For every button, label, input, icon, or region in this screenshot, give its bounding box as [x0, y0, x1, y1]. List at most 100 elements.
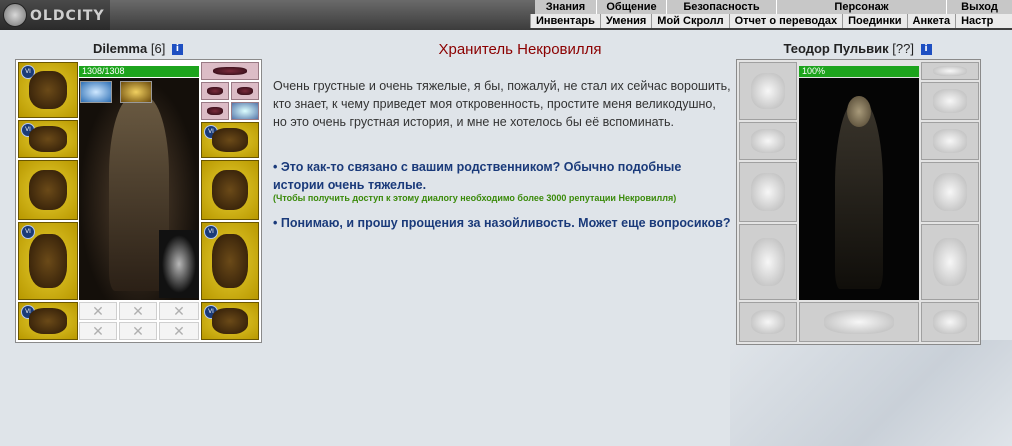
- npc-panel: 100%: [736, 59, 981, 345]
- npc-info-icon[interactable]: i: [920, 44, 932, 56]
- armor-icon: [29, 234, 67, 288]
- boots-icon: [212, 308, 248, 334]
- npc-legs-slot: [921, 224, 979, 300]
- oldcity-logo[interactable]: OLDCITY: [0, 0, 110, 30]
- submenu-settings[interactable]: Настр: [955, 14, 998, 28]
- gloves-icon: [933, 129, 967, 153]
- submenu-transfer-report[interactable]: Отчет о переводах: [728, 14, 843, 28]
- armor-slot[interactable]: VI: [18, 222, 78, 300]
- empty-slot-2[interactable]: ✕: [119, 302, 157, 320]
- menu-communication[interactable]: Общение: [597, 0, 667, 14]
- player-info-icon[interactable]: i: [171, 44, 183, 56]
- orb-slot[interactable]: [231, 102, 259, 120]
- npc-armor-slot: [739, 224, 797, 300]
- pet-icon[interactable]: [159, 230, 199, 298]
- shield-icon: [933, 173, 967, 211]
- bracers-icon: [29, 126, 67, 152]
- amulet-slot[interactable]: [201, 62, 259, 80]
- npc-bracers-slot: [739, 122, 797, 160]
- helmet-icon: [751, 73, 785, 109]
- npc-gloves-slot: [921, 122, 979, 160]
- player-hp-bar: 1308/1308: [79, 66, 199, 77]
- ring-slot-1[interactable]: [201, 82, 229, 100]
- npc-head: [847, 95, 871, 127]
- sub-menu: Инвентарь Умения Мой Скролл Отчет о пере…: [530, 14, 1012, 28]
- npc-rings-slot: [921, 82, 979, 120]
- armor-icon: [751, 238, 785, 286]
- shield-slot[interactable]: [201, 160, 259, 220]
- gloves-slot[interactable]: VI: [201, 122, 259, 158]
- slot-badge-icon: VI: [21, 225, 35, 239]
- ring-icon: [237, 87, 253, 95]
- player-name[interactable]: Dilemma: [93, 41, 147, 56]
- empty-slot-1[interactable]: ✕: [79, 302, 117, 320]
- dialog-option-2[interactable]: • Понимаю, и прошу прощения за назойливо…: [273, 214, 733, 232]
- emblem-icon: [823, 309, 895, 335]
- slot-badge-icon: VI: [204, 225, 218, 239]
- rings-icon: [933, 89, 967, 113]
- npc-amulet-slot: [921, 62, 979, 80]
- dialog-option-1[interactable]: • Это как-то связано с вашим родственник…: [273, 158, 733, 194]
- legs-slot[interactable]: VI: [201, 222, 259, 300]
- boots-slot[interactable]: VI: [201, 302, 259, 340]
- menu-knowledge[interactable]: Знания: [535, 0, 597, 14]
- helmet-slot[interactable]: VI: [18, 62, 78, 118]
- sword-icon: [751, 173, 785, 211]
- leggings-icon: [933, 238, 967, 286]
- buff-fire-icon[interactable]: [120, 81, 152, 103]
- weapon-slot[interactable]: [18, 160, 78, 220]
- belt-icon: [29, 308, 67, 334]
- player-panel: VI VI VI VI 1308/1308 ✕ ✕ ✕ ✕ ✕ ✕ VI VI …: [15, 59, 262, 343]
- npc-bottom-slot: [799, 302, 919, 342]
- menu-security[interactable]: Безопасность: [667, 0, 777, 14]
- amulet-icon: [213, 67, 247, 75]
- logo-text: OLDCITY: [30, 8, 105, 24]
- dialog-title: Хранитель Некровилля: [438, 41, 602, 58]
- empty-slot-5[interactable]: ✕: [119, 322, 157, 340]
- shield-icon: [212, 169, 248, 211]
- top-menu: Знания Общение Безопасность Персонаж Вых…: [535, 0, 1012, 14]
- helmet-icon: [29, 71, 67, 109]
- ring-icon: [207, 87, 223, 95]
- belt-icon: [751, 309, 785, 335]
- npc-helmet-slot: [739, 62, 797, 120]
- npc-level: [??]: [892, 41, 914, 56]
- npc-weapon-slot: [739, 162, 797, 222]
- npc-shield-slot: [921, 162, 979, 222]
- leggings-icon: [212, 234, 248, 288]
- empty-slot-4[interactable]: ✕: [79, 322, 117, 340]
- dialog-option-1-note: (Чтобы получить доступ к этому диалогу н…: [273, 193, 677, 203]
- background-fog: [730, 340, 1012, 446]
- npc-boots-slot: [921, 302, 979, 342]
- dialog-text: Очень грустные и очень тяжелые, я бы, по…: [273, 79, 731, 129]
- submenu-skills[interactable]: Умения: [599, 14, 651, 28]
- submenu-inventory[interactable]: Инвентарь: [530, 14, 600, 28]
- ring-icon: [207, 107, 223, 115]
- gloves-icon: [212, 128, 248, 152]
- submenu-my-scroll[interactable]: Мой Скролл: [651, 14, 728, 28]
- npc-hp-bar: 100%: [799, 66, 919, 77]
- bracers-slot[interactable]: VI: [18, 120, 78, 158]
- npc-portrait: [799, 78, 919, 300]
- player-title: Dilemma [6] i: [15, 41, 261, 56]
- npc-name[interactable]: Теодор Пульвик: [783, 41, 888, 56]
- empty-slot-6[interactable]: ✕: [159, 322, 199, 340]
- submenu-profile[interactable]: Анкета: [906, 14, 956, 28]
- menu-character[interactable]: Персонаж: [777, 0, 947, 14]
- belt-slot[interactable]: VI: [18, 302, 78, 340]
- menu-exit[interactable]: Выход: [947, 0, 1012, 14]
- player-level: [6]: [150, 41, 166, 56]
- buff-ice-icon[interactable]: [80, 81, 112, 103]
- amulet-icon: [933, 65, 967, 77]
- ring-slot-2[interactable]: [231, 82, 259, 100]
- emblem-icon: [3, 3, 27, 27]
- npc-belt-slot: [739, 302, 797, 342]
- submenu-fights[interactable]: Поединки: [842, 14, 906, 28]
- npc-figure: [835, 100, 883, 289]
- empty-slot-3[interactable]: ✕: [159, 302, 199, 320]
- mace-icon: [29, 169, 67, 211]
- npc-title: Теодор Пульвик [??] i: [735, 41, 980, 56]
- boots-icon: [933, 309, 967, 335]
- ring-slot-3[interactable]: [201, 102, 229, 120]
- bracers-icon: [751, 129, 785, 153]
